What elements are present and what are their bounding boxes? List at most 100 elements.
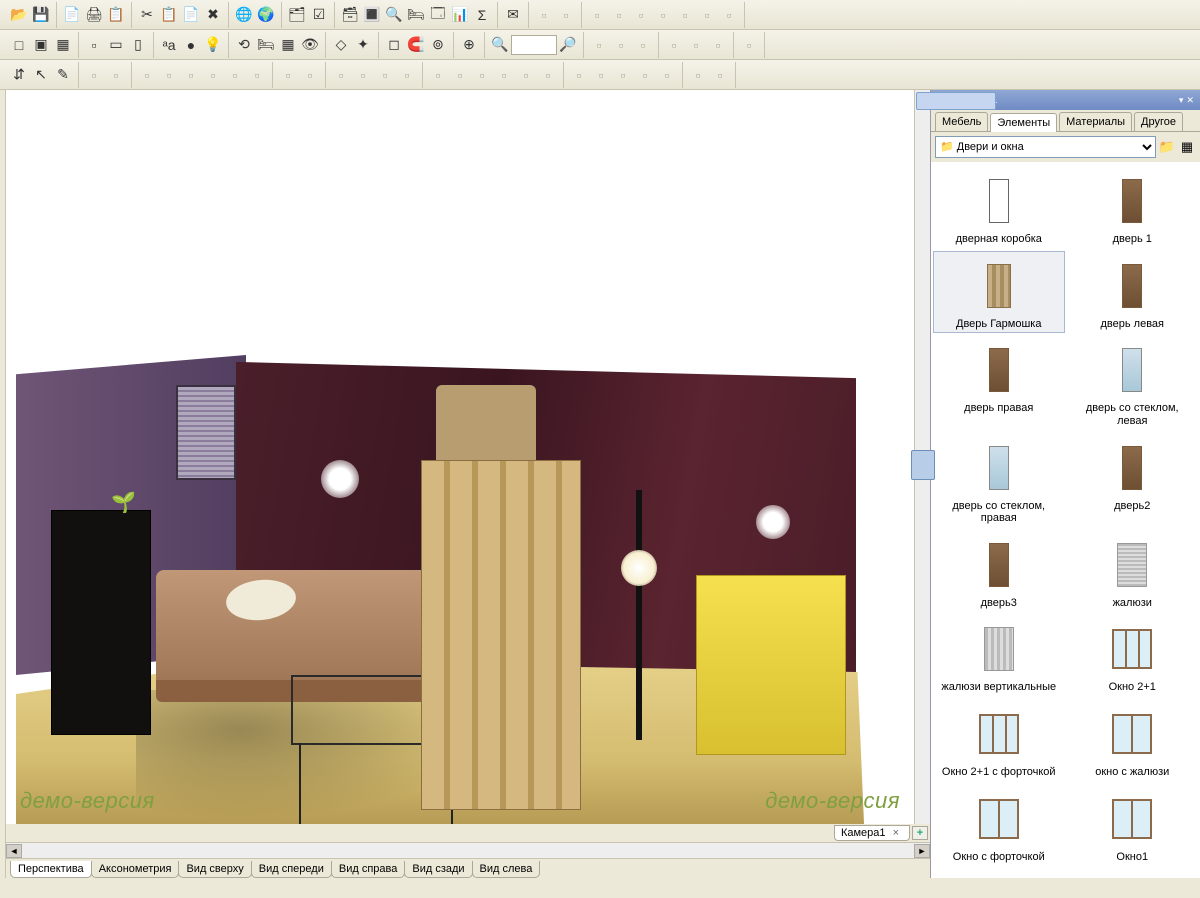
toolbar-button[interactable]: ▫ [83, 34, 105, 56]
toolbar-button[interactable]: ✎ [52, 64, 74, 86]
toolbar-button[interactable]: 🖨 [83, 4, 105, 26]
toolbar-button[interactable]: ✖ [202, 4, 224, 26]
toolbar-button[interactable]: 🛏 [255, 34, 277, 56]
toolbar-button[interactable]: 📂 [8, 4, 30, 26]
view-tab[interactable]: Вид справа [331, 861, 406, 878]
toolbar-button: ▫ [687, 64, 709, 86]
toolbar-button[interactable]: 👁 [299, 34, 321, 56]
view-tab[interactable]: Вид сверху [178, 861, 251, 878]
view-mode-icon[interactable]: ▦ [1178, 137, 1196, 157]
library-item[interactable]: дверь 1 [1067, 166, 1199, 249]
view-tab[interactable]: Аксонометрия [91, 861, 180, 878]
toolbar-button[interactable]: 🌍 [255, 4, 277, 26]
library-item[interactable]: дверь со стеклом, правая [933, 433, 1065, 528]
toolbar-input[interactable] [511, 35, 557, 55]
library-item[interactable]: жалюзи вертикальные [933, 614, 1065, 697]
library-item[interactable]: окно с жалюзи [1067, 699, 1199, 782]
library-item[interactable]: Дверь Гармошка [933, 251, 1065, 334]
view-tab[interactable]: Вид спереди [251, 861, 332, 878]
library-item[interactable]: дверь со стеклом, левая [1067, 335, 1199, 430]
library-item[interactable]: Окно с форточкой [933, 784, 1065, 867]
category-select[interactable]: 📁 Двери и окна [935, 136, 1156, 158]
view-tab[interactable]: Вид сзади [404, 861, 472, 878]
library-item[interactable]: Окно 2+1 [1067, 614, 1199, 697]
vertical-scrollbar[interactable] [914, 90, 930, 824]
toolbar-button[interactable]: 🛏 [405, 4, 427, 26]
toolbar-button[interactable]: ✂ [136, 4, 158, 26]
up-folder-icon[interactable]: 📁 [1158, 137, 1176, 157]
library-item-label: жалюзи вертикальные [941, 681, 1056, 694]
panel-dropdown-icon[interactable]: ▾ [1179, 95, 1184, 105]
toolbar-button[interactable]: ⊕ [458, 34, 480, 56]
toolbar-button[interactable]: 💡 [202, 34, 224, 56]
toolbar-button[interactable]: ● [180, 34, 202, 56]
library-item[interactable]: дверь правая [933, 335, 1065, 430]
toolbar-button: ▫ [630, 4, 652, 26]
toolbar-button[interactable]: ⟲ [233, 34, 255, 56]
toolbar-button[interactable]: ᵃa [158, 34, 180, 56]
viewport-splitter[interactable] [911, 450, 935, 480]
add-camera-button[interactable]: + [912, 826, 928, 840]
library-panel: Библиотека ▾ ✕ МебельЭлементыМатериалыДр… [930, 90, 1200, 878]
library-item[interactable]: дверная коробка [933, 166, 1065, 249]
panel-tab[interactable]: Материалы [1059, 112, 1132, 131]
toolbar-button[interactable]: ⊚ [427, 34, 449, 56]
toolbar-button[interactable]: ▭ [105, 34, 127, 56]
toolbar-button[interactable]: 💾 [30, 4, 52, 26]
library-item[interactable]: дверь3 [933, 530, 1065, 613]
toolbar-button[interactable]: □ [8, 34, 30, 56]
library-item[interactable]: дверь левая [1067, 251, 1199, 334]
toolbar-button[interactable]: ✦ [352, 34, 374, 56]
panel-tab[interactable]: Другое [1134, 112, 1183, 131]
view-tab[interactable]: Перспектива [10, 861, 92, 878]
toolbar-button[interactable]: ◇ [330, 34, 352, 56]
toolbar-button[interactable]: 🌐 [233, 4, 255, 26]
scroll-left-icon[interactable]: ◄ [6, 844, 22, 858]
toolbar-button[interactable]: 🗂 [286, 4, 308, 26]
toolbar-button[interactable]: 🧲 [405, 34, 427, 56]
toolbar-button: ▫ [634, 64, 656, 86]
toolbar-button[interactable]: 🗃 [339, 4, 361, 26]
library-item[interactable]: дверь2 [1067, 433, 1199, 528]
scroll-right-icon[interactable]: ► [914, 844, 930, 858]
panel-close-icon[interactable]: ✕ [1186, 95, 1194, 105]
toolbar-button: ▫ [656, 64, 678, 86]
toolbar-button[interactable]: ◻ [383, 34, 405, 56]
toolbar-button[interactable]: ☑ [308, 4, 330, 26]
toolbar-button: ▫ [396, 64, 418, 86]
library-item[interactable]: Окно1 [1067, 784, 1199, 867]
library-item-label: дверная коробка [956, 233, 1042, 246]
3d-viewport[interactable]: 🌱 демо-версия демо-версия [6, 90, 914, 824]
toolbar-button[interactable]: 🔍 [383, 4, 405, 26]
camera-tab[interactable]: Камера1 × [834, 825, 910, 841]
panel-tab[interactable]: Элементы [990, 113, 1057, 132]
horizontal-scrollbar[interactable]: ◄ ► [6, 842, 930, 858]
toolbar-button[interactable]: 📊 [449, 4, 471, 26]
toolbar-button[interactable]: 📄 [180, 4, 202, 26]
toolbar-button[interactable]: ▯ [127, 34, 149, 56]
toolbar-button[interactable]: Σ [471, 4, 493, 26]
toolbar-button: ▫ [555, 4, 577, 26]
toolbar-button[interactable]: ✉ [502, 4, 524, 26]
toolbar-button[interactable]: 📋 [158, 4, 180, 26]
view-tab[interactable]: Вид слева [472, 861, 541, 878]
close-icon[interactable]: × [889, 827, 903, 839]
toolbar-button: ▫ [707, 34, 729, 56]
library-item[interactable]: жалюзи [1067, 530, 1199, 613]
toolbar-button[interactable]: 🔳 [361, 4, 383, 26]
toolbar-button[interactable]: 📋 [105, 4, 127, 26]
thumbnail-icon [959, 340, 1039, 400]
toolbar-button[interactable]: 🔍 [489, 34, 511, 56]
panel-tab[interactable]: Мебель [935, 112, 988, 131]
library-item-label: Окно1 [1116, 851, 1148, 864]
toolbar-button[interactable]: ▦ [277, 34, 299, 56]
toolbar-button[interactable]: ⇵ [8, 64, 30, 86]
camera-tabs: Камера1 × + [6, 824, 930, 842]
toolbar-button[interactable]: 📄 [61, 4, 83, 26]
toolbar-button[interactable]: ▦ [52, 34, 74, 56]
toolbar-button[interactable]: ↖ [30, 64, 52, 86]
library-item[interactable]: Окно 2+1 с форточкой [933, 699, 1065, 782]
toolbar-button[interactable]: ▣ [30, 34, 52, 56]
toolbar-button[interactable]: 🔎 [557, 34, 579, 56]
toolbar-button[interactable]: 🗔 [427, 4, 449, 26]
